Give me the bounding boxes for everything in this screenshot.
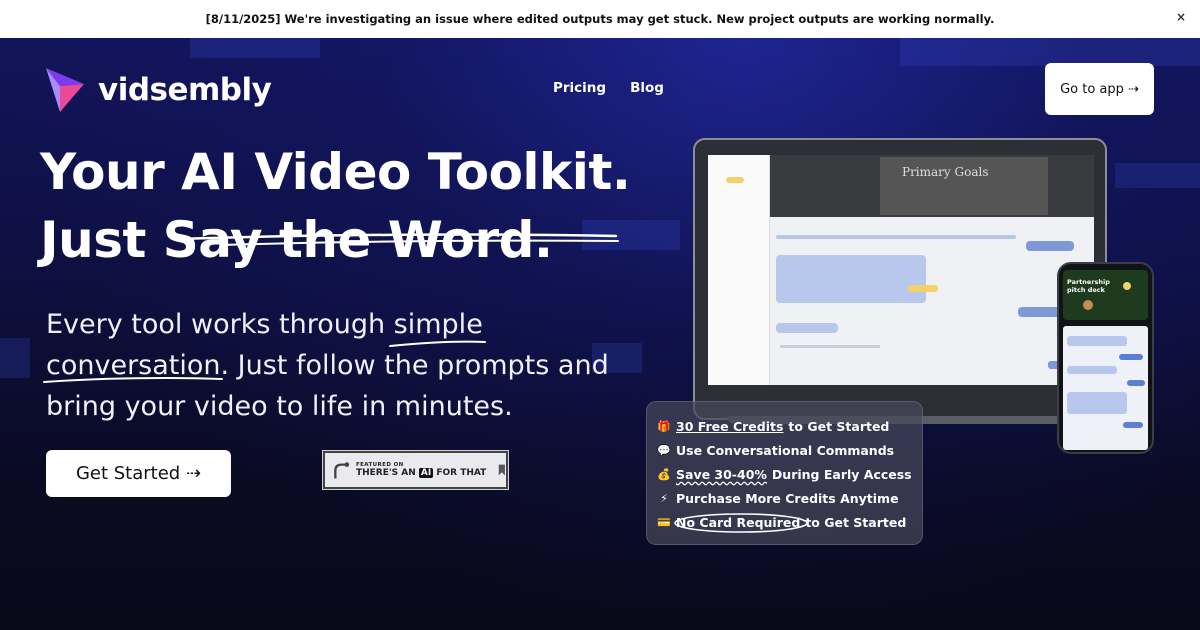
feature-text: to Get Started bbox=[805, 514, 907, 530]
badge-title-left: THERE'S AN bbox=[355, 468, 416, 478]
close-icon[interactable]: × bbox=[1176, 10, 1186, 24]
gift-icon: 🎁 bbox=[657, 419, 671, 433]
chat-bubble-assistant bbox=[1067, 366, 1117, 374]
badge-title-right: FOR THAT bbox=[436, 468, 487, 478]
brand-logo[interactable]: vidsembly bbox=[44, 66, 272, 114]
circle-scribble-icon bbox=[674, 513, 808, 533]
chat-bubble-assistant bbox=[1067, 392, 1127, 414]
app-sidebar bbox=[708, 155, 770, 385]
badge-text: FEATURED ON THERE'S AN AI FOR THAT bbox=[356, 462, 486, 478]
announcement-text: [8/11/2025] We're investigating an issue… bbox=[205, 12, 995, 26]
badge-title: THERE'S AN AI FOR THAT bbox=[356, 468, 486, 478]
video-caption: Primary Goals bbox=[902, 165, 989, 179]
sidebar-chip bbox=[726, 177, 744, 183]
chat-text-line bbox=[780, 345, 880, 348]
headline-line-1: Your AI Video Toolkit. bbox=[40, 143, 631, 201]
feature-text: During Early Access bbox=[771, 466, 912, 482]
money-bag-icon: 💰 bbox=[657, 467, 671, 481]
underline-scribble-icon bbox=[43, 340, 486, 383]
page-title: Your AI Video Toolkit. Just Say the Word… bbox=[40, 138, 631, 274]
speech-bubble-icon: 💬 bbox=[657, 443, 671, 457]
feature-more-credits: ⚡ Purchase More Credits Anytime bbox=[657, 486, 912, 510]
feature-link[interactable]: 30 Free Credits bbox=[676, 419, 783, 434]
video-area: Primary Goals bbox=[770, 155, 1094, 217]
theres-an-ai-for-that-badge[interactable]: FEATURED ON THERE'S AN AI FOR THAT bbox=[322, 450, 509, 490]
grid-tile bbox=[190, 38, 320, 58]
chat-bubble-user bbox=[1127, 380, 1145, 386]
chat-bubble-assistant bbox=[776, 323, 838, 333]
chat-bubble-user bbox=[1123, 422, 1143, 428]
grid-tile bbox=[0, 338, 30, 378]
go-to-app-button[interactable]: Go to app ⇢ bbox=[1045, 63, 1154, 115]
phone-video-thumb: Partnership pitch deck bbox=[1063, 270, 1148, 320]
phone-mockup: Partnership pitch deck bbox=[1057, 262, 1154, 454]
chat-bubble-assistant bbox=[776, 255, 926, 303]
logo-icon bbox=[46, 68, 84, 112]
video-preview: Primary Goals bbox=[880, 157, 1048, 215]
top-nav: Pricing Blog bbox=[553, 80, 664, 96]
bookmark-icon bbox=[499, 464, 506, 476]
feature-text: to Get Started bbox=[788, 418, 890, 434]
phone-video-title: Partnership pitch deck bbox=[1067, 278, 1110, 294]
badge-title-ai: AI bbox=[418, 468, 434, 478]
phone-chat bbox=[1063, 326, 1148, 450]
nav-blog[interactable]: Blog bbox=[630, 80, 664, 96]
laptop-screen: Primary Goals bbox=[708, 155, 1094, 385]
grid-tile bbox=[900, 38, 1200, 66]
chat-bubble-user bbox=[1026, 241, 1074, 251]
laptop-mockup: Primary Goals bbox=[693, 138, 1107, 420]
features-card: 🎁 30 Free Credits to Get Started 💬 Use C… bbox=[646, 401, 923, 545]
chat-bubble-assistant bbox=[1067, 336, 1127, 346]
announcement-bar: [8/11/2025] We're investigating an issue… bbox=[0, 0, 1200, 38]
underline-scribble-icon bbox=[178, 233, 619, 246]
grid-tile bbox=[1115, 163, 1200, 188]
feature-conversational: 💬 Use Conversational Commands bbox=[657, 438, 912, 462]
feature-text: Use Conversational Commands bbox=[676, 442, 895, 458]
credit-card-icon: 💳 bbox=[657, 515, 671, 529]
chat-chip bbox=[908, 285, 938, 292]
feature-highlight: Save 30-40% bbox=[676, 466, 767, 482]
feature-text: Purchase More Credits Anytime bbox=[676, 490, 899, 506]
hero-section: vidsembly Pricing Blog Go to app ⇢ Your … bbox=[0, 38, 1200, 630]
brand-name: vidsembly bbox=[98, 72, 272, 108]
phone-thumb-decor bbox=[1123, 282, 1131, 290]
lightning-icon: ⚡ bbox=[660, 491, 668, 505]
progress-line bbox=[776, 235, 1016, 239]
feature-save: 💰 Save 30-40% During Early Access bbox=[657, 462, 912, 486]
feature-no-card: 💳 No Card Required to Get Started bbox=[657, 510, 912, 534]
robot-arm-icon bbox=[334, 462, 350, 479]
subtext-line-3: bring your video to life in minutes. bbox=[46, 391, 513, 422]
nav-pricing[interactable]: Pricing bbox=[553, 80, 606, 96]
phone-thumb-decor bbox=[1083, 300, 1093, 310]
feature-free-credits: 🎁 30 Free Credits to Get Started bbox=[657, 414, 912, 438]
chat-bubble-user bbox=[1119, 354, 1143, 360]
get-started-button[interactable]: Get Started ⇢ bbox=[46, 450, 231, 497]
